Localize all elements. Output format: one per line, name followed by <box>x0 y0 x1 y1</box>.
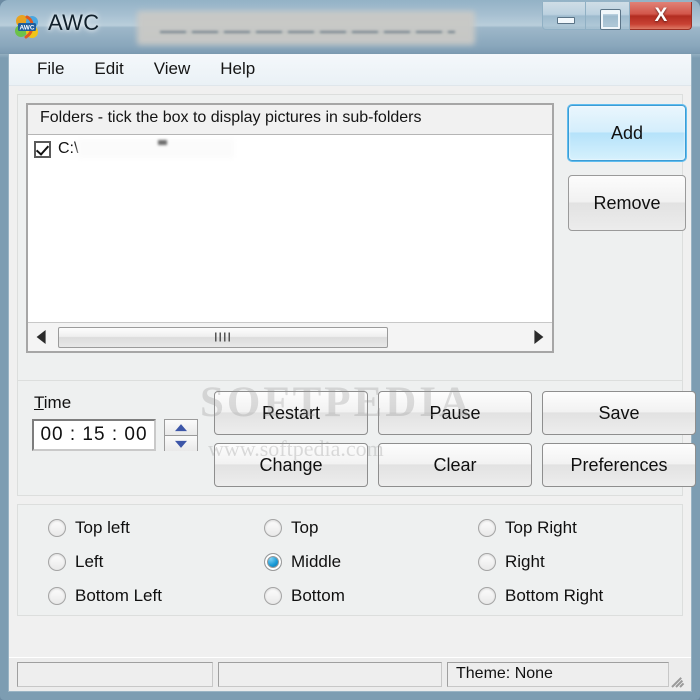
window-controls: X <box>542 2 692 32</box>
position-panel: Top left Left Bottom Left Top Middle Bot… <box>17 504 683 616</box>
close-button[interactable]: X <box>630 2 692 30</box>
title-redacted-path-strokes <box>160 31 455 33</box>
spinner-down-icon[interactable] <box>165 435 197 451</box>
awc-app-icon: AWC <box>14 14 40 40</box>
scrollbar-track[interactable] <box>388 323 524 351</box>
preferences-button[interactable]: Preferences <box>542 443 696 487</box>
folders-header-label: Folders - tick the box to display pictur… <box>28 105 552 135</box>
radio-button-icon <box>264 587 282 605</box>
title-redacted-path <box>137 11 475 45</box>
radio-label: Bottom Right <box>505 586 604 605</box>
clear-button[interactable]: Clear <box>378 443 532 487</box>
status-pane-theme: Theme: None <box>447 662 669 687</box>
menu-item-help[interactable]: Help <box>206 56 269 83</box>
restart-button[interactable]: Restart <box>214 391 368 435</box>
change-button[interactable]: Change <box>214 443 368 487</box>
client-area: File Edit View Help Folders - tick the b… <box>8 54 696 692</box>
folder-path-label: C:\ <box>58 140 79 157</box>
scroll-left-icon[interactable] <box>28 324 56 351</box>
radio-button-icon <box>48 587 66 605</box>
radio-top[interactable]: Top <box>264 518 318 538</box>
radio-button-icon <box>48 519 66 537</box>
resize-grip-icon[interactable] <box>670 671 686 688</box>
radio-bottom-left[interactable]: Bottom Left <box>48 586 162 606</box>
save-button[interactable]: Save <box>542 391 696 435</box>
radio-label: Top <box>291 518 319 537</box>
radio-label: Bottom <box>291 586 345 605</box>
restore-icon <box>601 10 620 29</box>
application-window: AWC AWC X File Edit View Help Folders - … <box>0 0 700 700</box>
svg-text:AWC: AWC <box>20 25 35 32</box>
folders-listbox[interactable]: Folders - tick the box to display pictur… <box>26 103 554 353</box>
time-label-accel: T <box>34 393 44 412</box>
horizontal-scrollbar[interactable] <box>28 322 552 351</box>
window-title: AWC <box>48 10 100 35</box>
minimize-icon <box>557 17 575 24</box>
folder-path-redaction <box>78 139 234 158</box>
radio-top-left[interactable]: Top left <box>48 518 130 538</box>
time-label-rest: ime <box>43 393 72 412</box>
folders-list[interactable]: C:\ <box>28 136 552 323</box>
radio-button-icon <box>478 519 496 537</box>
radio-top-right[interactable]: Top Right <box>478 518 577 538</box>
radio-label: Top Right <box>505 518 577 537</box>
time-input[interactable]: 00 : 15 : 00 <box>32 419 156 451</box>
scrollbar-grip <box>215 332 231 342</box>
radio-label: Left <box>75 552 104 571</box>
menu-bar: File Edit View Help <box>9 54 691 86</box>
time-spinner[interactable] <box>164 419 198 451</box>
close-icon: X <box>654 5 668 26</box>
spinner-up-icon[interactable] <box>165 420 197 435</box>
folder-subfolder-checkbox[interactable] <box>34 140 51 158</box>
menu-item-view[interactable]: View <box>140 56 205 83</box>
folders-panel: Folders - tick the box to display pictur… <box>17 94 686 404</box>
radio-bottom-right[interactable]: Bottom Right <box>478 586 603 606</box>
radio-bottom[interactable]: Bottom <box>264 586 345 606</box>
radio-middle[interactable]: Middle <box>264 552 341 572</box>
scrollbar-thumb[interactable] <box>58 326 388 348</box>
status-pane-1 <box>17 662 213 687</box>
time-label: Time <box>34 393 71 413</box>
minimize-button[interactable] <box>542 2 586 30</box>
radio-button-icon <box>264 519 282 537</box>
remove-button[interactable]: Remove <box>568 175 686 231</box>
radio-button-icon <box>478 553 496 571</box>
actions-panel: Time 00 : 15 : 00 Restart Pause Save Cha… <box>17 380 696 496</box>
radio-label: Right <box>505 552 545 571</box>
title-bar[interactable]: AWC AWC X <box>0 0 700 54</box>
add-button[interactable]: Add <box>568 105 686 161</box>
radio-left[interactable]: Left <box>48 552 103 572</box>
scroll-right-icon[interactable] <box>524 324 552 351</box>
radio-button-icon-selected <box>264 553 282 571</box>
radio-label: Top left <box>75 518 130 537</box>
radio-label: Middle <box>291 552 342 571</box>
radio-label: Bottom Left <box>75 586 162 605</box>
menu-item-edit[interactable]: Edit <box>80 56 137 83</box>
radio-button-icon <box>48 553 66 571</box>
radio-button-icon <box>478 587 496 605</box>
folder-path-redaction-mark <box>158 140 167 145</box>
menu-item-file[interactable]: File <box>23 56 78 83</box>
list-item[interactable]: C:\ <box>28 136 552 162</box>
status-pane-2 <box>218 662 442 687</box>
status-bar: Theme: None <box>9 657 691 691</box>
maximize-button[interactable] <box>586 2 630 30</box>
pause-button[interactable]: Pause <box>378 391 532 435</box>
radio-right[interactable]: Right <box>478 552 545 572</box>
